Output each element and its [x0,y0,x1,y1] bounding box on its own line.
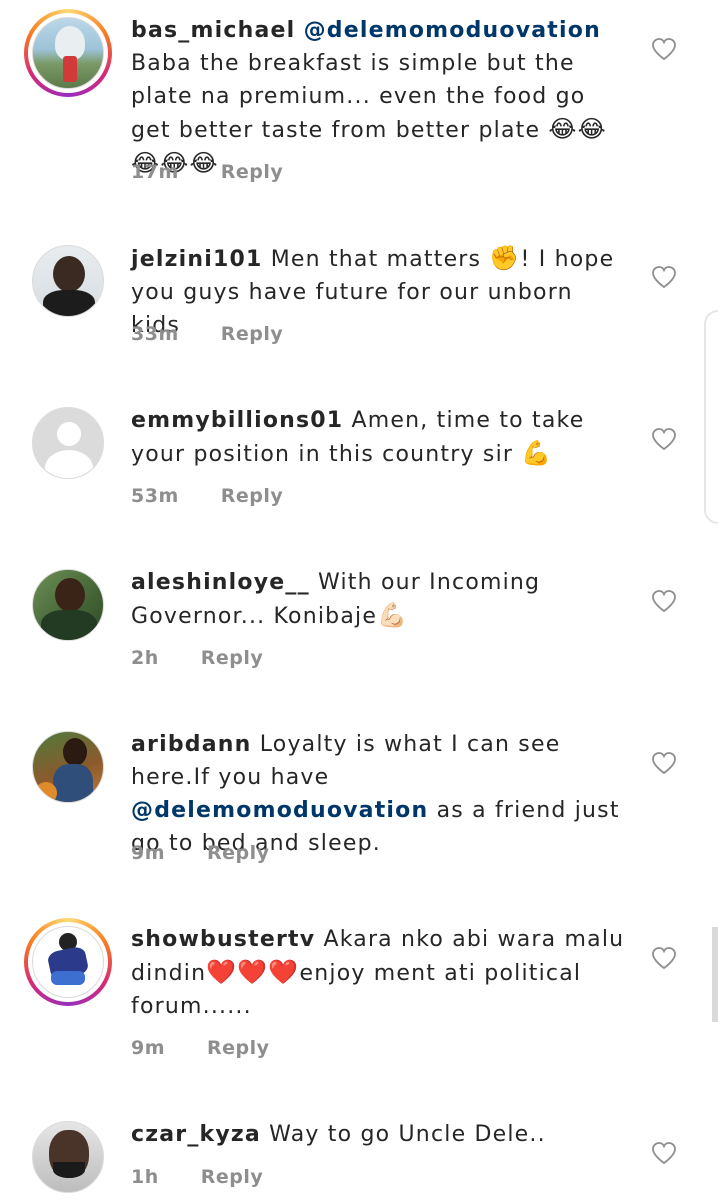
comment-username[interactable]: emmybillions01 [131,408,343,433]
comment-text: Way to go Uncle Dele.. [269,1122,546,1147]
heart-outline-icon[interactable] [651,751,677,775]
comment-username[interactable]: showbustertv [131,927,315,952]
comment-mention[interactable]: @delemomoduovation [131,798,428,823]
comment-username[interactable]: bas_michael [131,18,295,43]
heart-outline-icon[interactable] [651,265,677,289]
avatar-wrapper[interactable] [24,399,112,487]
comment-emoji: 💪 [521,439,553,467]
avatar-wrapper[interactable] [24,1113,112,1201]
comment-timestamp: 9m [131,1037,166,1059]
comment-timestamp: 2h [131,647,159,669]
comment-username[interactable]: czar_kyza [131,1122,261,1147]
comment-timestamp: 53m [131,485,179,507]
comment-emoji: ❤️❤️❤️ [206,958,300,986]
avatar [32,17,104,89]
reply-button[interactable]: Reply [201,1166,264,1188]
reply-button[interactable]: Reply [207,842,270,864]
comment-emoji: ✊ [489,244,521,272]
avatar-story-ring[interactable] [24,918,112,1006]
avatar [32,926,104,998]
avatar [32,569,104,641]
scrollbar-thumb[interactable] [712,927,718,1022]
comment-text: Men that matters [270,247,482,272]
side-panel-handle[interactable] [704,310,718,524]
comment-text: Baba the breakfast is simple but the pla… [131,51,586,143]
reply-button[interactable]: Reply [221,161,284,183]
comment-emoji: 💪🏻 [377,601,409,629]
comment-username[interactable]: aribdann [131,732,252,757]
comment-username[interactable]: aleshinloye__ [131,570,310,595]
reply-button[interactable]: Reply [201,647,264,669]
avatar-wrapper[interactable] [24,723,112,811]
heart-outline-icon[interactable] [651,946,677,970]
avatar [32,245,104,317]
reply-button[interactable]: Reply [221,323,284,345]
comment-username[interactable]: jelzini101 [131,247,262,272]
comment-timestamp: 1h [131,1166,159,1188]
heart-outline-icon[interactable] [651,427,677,451]
heart-outline-icon[interactable] [651,1141,677,1165]
avatar [32,731,104,803]
heart-outline-icon[interactable] [651,589,677,613]
comment-timestamp: 33m [131,323,179,345]
comment-mention[interactable]: @delemomoduovation [304,18,601,43]
comment-timestamp: 9m [131,842,166,864]
reply-button[interactable]: Reply [221,485,284,507]
avatar [32,1121,104,1193]
avatar-wrapper[interactable] [24,561,112,649]
default-avatar-icon [32,407,104,479]
avatar-story-ring[interactable] [24,9,112,97]
reply-button[interactable]: Reply [207,1037,270,1059]
comment-timestamp: 17m [131,161,179,183]
heart-outline-icon[interactable] [651,37,677,61]
avatar-wrapper[interactable] [24,237,112,325]
